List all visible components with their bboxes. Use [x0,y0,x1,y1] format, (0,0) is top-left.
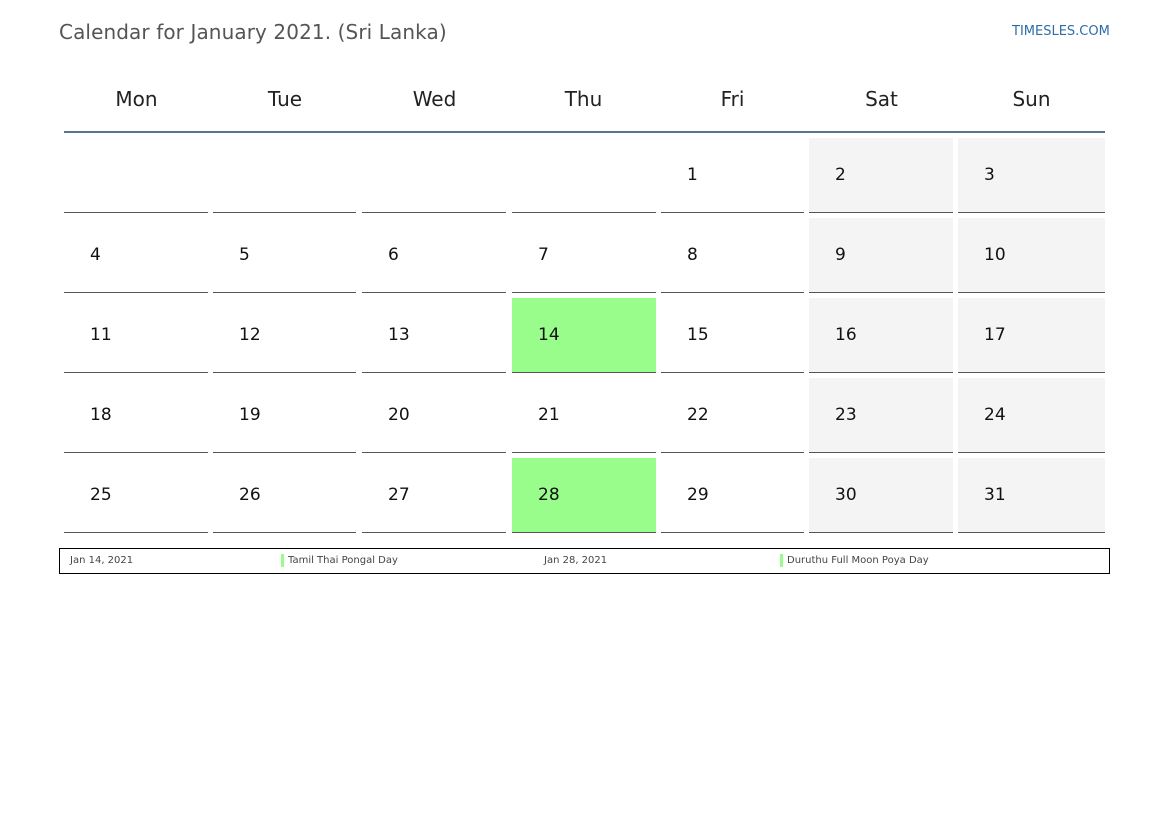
day-cell-tue: 12 [213,298,356,373]
holiday-color-marker [780,554,783,567]
day-number: 12 [239,325,261,345]
day-cell-mon: 25 [64,458,208,533]
day-number: 17 [984,325,1006,345]
day-cell-sun: 31 [958,458,1105,533]
day-number: 3 [984,165,995,185]
day-number: 10 [984,245,1006,265]
day-cell-sun: 3 [958,138,1105,213]
site-link[interactable]: TIMESLES.COM [1012,24,1110,39]
holiday-name: Tamil Thai Pongal Day [281,554,398,567]
day-cell-sat: 16 [809,298,953,373]
day-number: 21 [538,405,560,425]
day-cell-sun: 24 [958,378,1105,453]
day-cell-thu: 7 [512,218,656,293]
weekday-tue: Tue [267,87,303,111]
day-number: 26 [239,485,261,505]
day-number: 1 [687,165,698,185]
day-cell-fri: 8 [661,218,804,293]
weekday-sat: Sat [865,87,898,111]
day-number: 8 [687,245,698,265]
day-cell-sun: 17 [958,298,1105,373]
weekday-mon: Mon [115,87,158,111]
day-number: 7 [538,245,549,265]
weekday-fri: Fri [720,87,745,111]
day-number: 11 [90,325,112,345]
day-cell-mon: 18 [64,378,208,453]
day-cell-tue: 26 [213,458,356,533]
day-number: 13 [388,325,410,345]
day-number: 16 [835,325,857,345]
day-cell-tue: 5 [213,218,356,293]
day-number: 29 [687,485,709,505]
day-cell-sat: 23 [809,378,953,453]
holiday-name-text: Tamil Thai Pongal Day [288,555,398,566]
day-cell-mon [64,138,208,213]
day-cell-tue [213,138,356,213]
day-cell-fri: 1 [661,138,804,213]
day-number: 27 [388,485,410,505]
day-cell-fri: 15 [661,298,804,373]
day-cell-thu: 14 [512,298,656,373]
day-number: 25 [90,485,112,505]
weekday-wed: Wed [412,87,457,111]
day-number: 31 [984,485,1006,505]
day-number: 15 [687,325,709,345]
day-cell-wed: 13 [362,298,506,373]
day-cell-sat: 2 [809,138,953,213]
day-number: 9 [835,245,846,265]
day-cell-sat: 9 [809,218,953,293]
holiday-legend: Jan 14, 2021 Tamil Thai Pongal Day Jan 2… [59,548,1110,574]
day-cell-wed [362,138,506,213]
weekday-thu: Thu [564,87,603,111]
day-cell-mon: 4 [64,218,208,293]
day-cell-sun: 10 [958,218,1105,293]
day-number: 4 [90,245,101,265]
day-cell-wed: 6 [362,218,506,293]
day-number: 22 [687,405,709,425]
day-cell-thu [512,138,656,213]
holiday-name: Duruthu Full Moon Poya Day [780,554,929,567]
day-number: 23 [835,405,857,425]
weekday-header: Mon Tue Wed Thu Fri Sat Sun [64,60,1105,133]
day-number: 24 [984,405,1006,425]
day-number: 6 [388,245,399,265]
day-cell-tue: 19 [213,378,356,453]
day-cell-fri: 29 [661,458,804,533]
day-cell-sat: 30 [809,458,953,533]
holiday-name-text: Duruthu Full Moon Poya Day [787,555,929,566]
day-cell-mon: 11 [64,298,208,373]
day-number: 2 [835,165,846,185]
page-title: Calendar for January 2021. (Sri Lanka) [59,20,447,44]
day-number: 5 [239,245,250,265]
day-number: 19 [239,405,261,425]
day-number: 14 [538,325,560,345]
day-cell-thu: 21 [512,378,656,453]
day-cell-wed: 27 [362,458,506,533]
day-cell-thu: 28 [512,458,656,533]
day-number: 20 [388,405,410,425]
holiday-date: Jan 28, 2021 [544,555,608,566]
day-cell-wed: 20 [362,378,506,453]
day-number: 30 [835,485,857,505]
holiday-date: Jan 14, 2021 [70,555,134,566]
day-number: 28 [538,485,560,505]
day-cell-fri: 22 [661,378,804,453]
day-number: 18 [90,405,112,425]
holiday-color-marker [281,554,284,567]
weekday-sun: Sun [1012,87,1051,111]
